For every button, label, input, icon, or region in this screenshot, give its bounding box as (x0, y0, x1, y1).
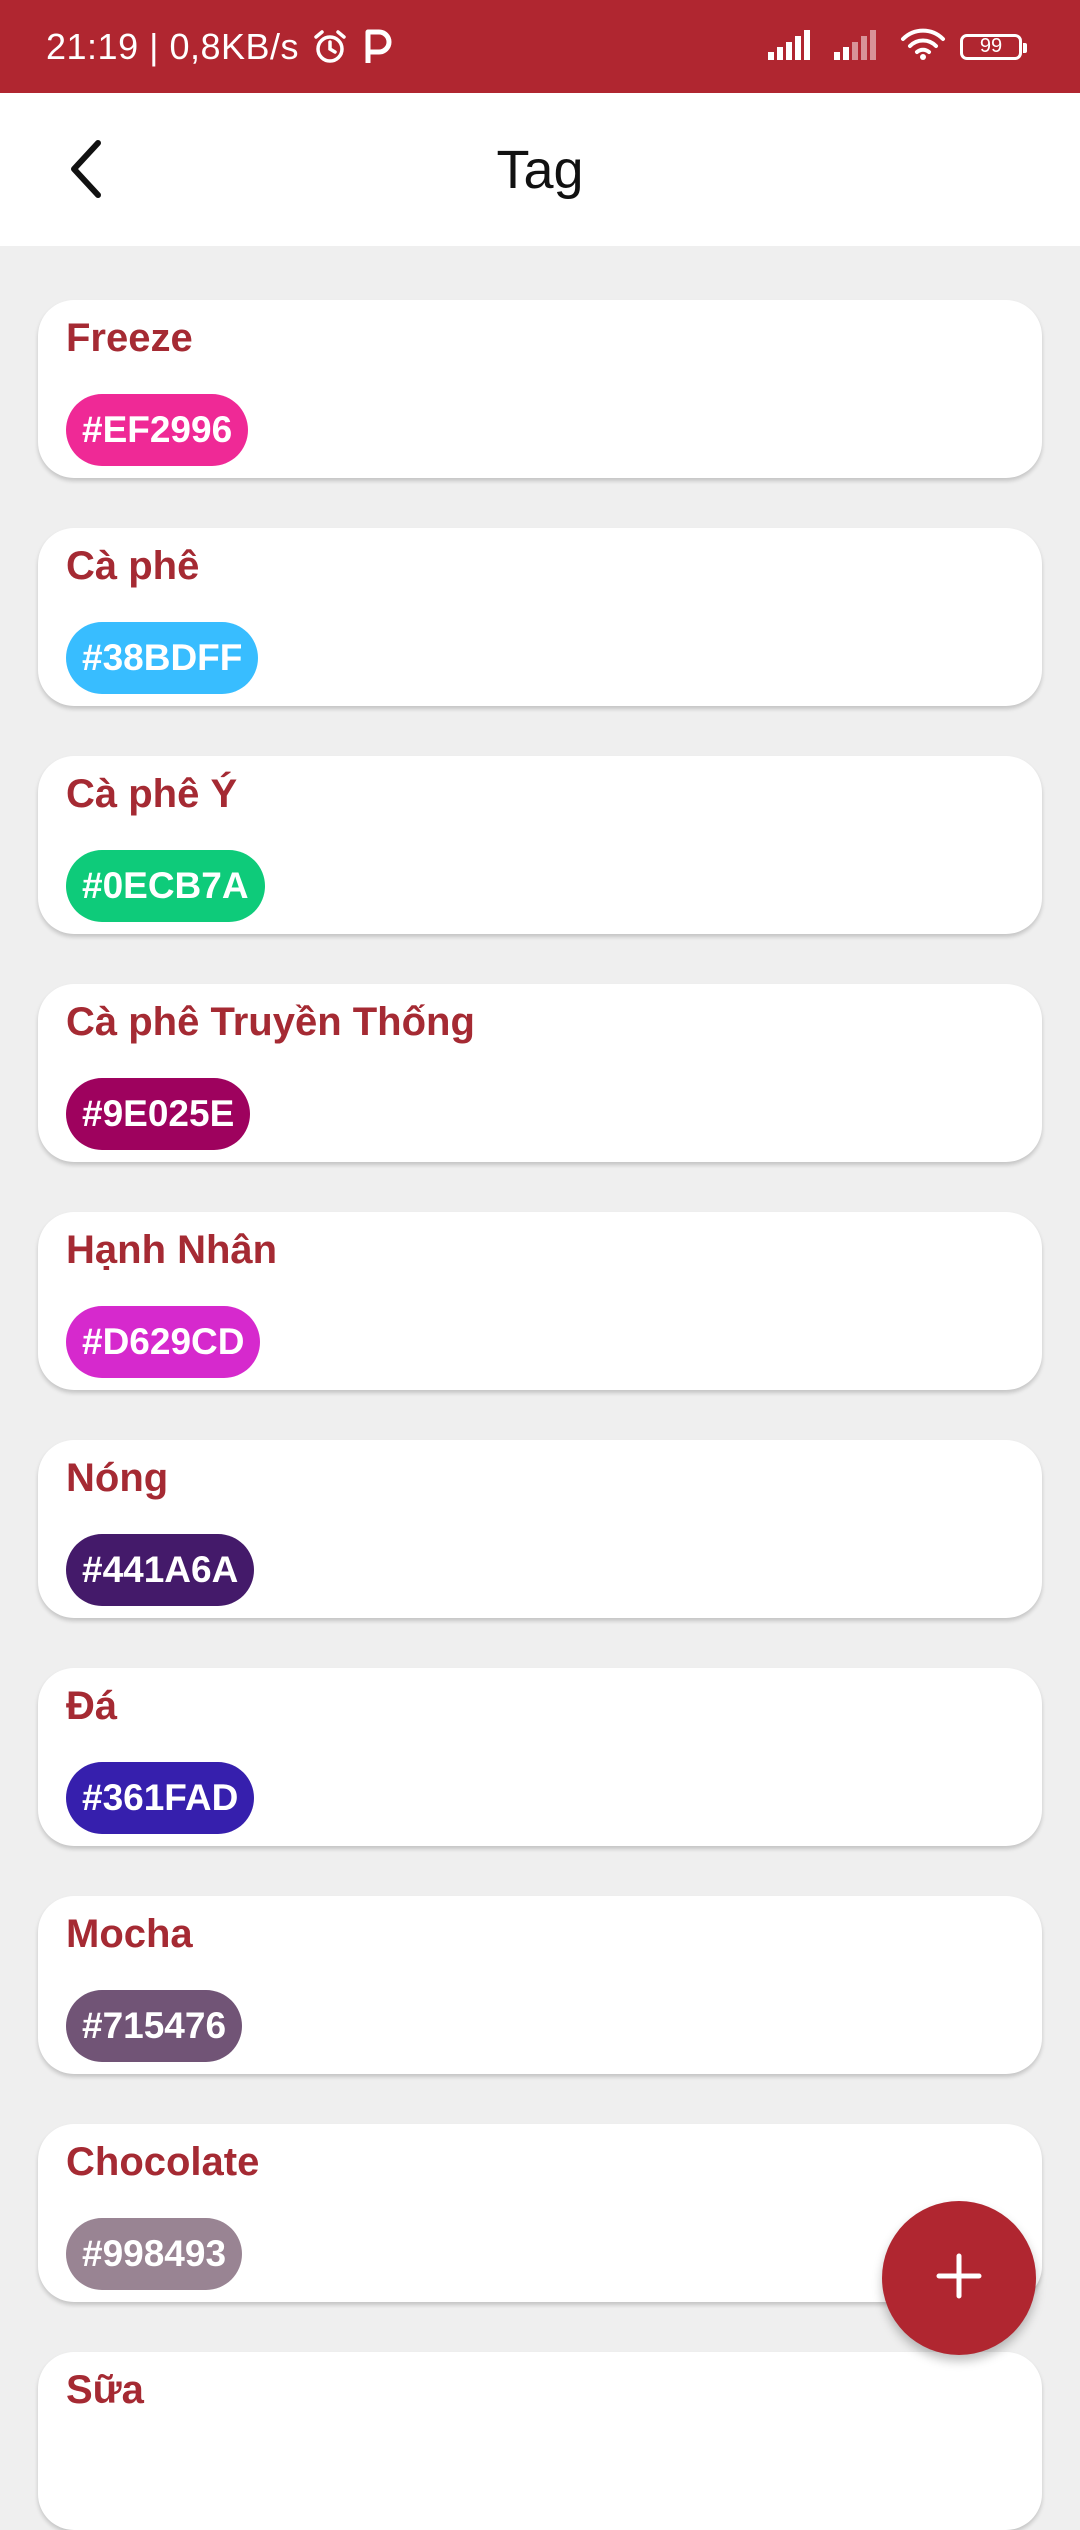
tag-card[interactable]: Hạnh Nhân #D629CD (38, 1212, 1042, 1390)
wifi-icon (900, 27, 946, 66)
tag-card[interactable]: Freeze #EF2996 (38, 300, 1042, 478)
app-bar: Tag (0, 93, 1080, 246)
tag-card[interactable]: Sữa (38, 2352, 1042, 2530)
tag-name: Freeze (66, 316, 193, 360)
signal-icon (768, 28, 820, 65)
tag-name: Nóng (66, 1456, 169, 1500)
tag-color-chip: #9E025E (66, 1078, 251, 1150)
tag-name: Cà phê (66, 544, 200, 588)
tag-name: Hạnh Nhân (66, 1228, 278, 1272)
add-tag-button[interactable] (882, 2201, 1036, 2355)
alarm-icon (311, 28, 349, 66)
status-time-speed: 21:19 | 0,8KB/s (46, 25, 300, 67)
tag-name: Mocha (66, 1912, 193, 1956)
tag-card[interactable]: Cà phê Ý #0ECB7A (38, 756, 1042, 934)
tag-name: Đá (66, 1684, 118, 1728)
tag-name: Chocolate (66, 2140, 260, 2184)
tag-card[interactable]: Nóng #441A6A (38, 1440, 1042, 1618)
tag-card[interactable]: Cà phê #38BDFF (38, 528, 1042, 706)
tag-card[interactable]: Cà phê Truyền Thống #9E025E (38, 984, 1042, 1162)
tag-color-chip: #0ECB7A (66, 850, 265, 922)
plus-icon (935, 2252, 983, 2305)
status-right: 99 (768, 0, 1027, 93)
tag-name: Cà phê Ý (66, 772, 238, 816)
tag-color-chip: #441A6A (66, 1534, 255, 1606)
page-title: Tag (496, 139, 584, 200)
signal-weak-icon (834, 28, 886, 65)
status-bar: 21:19 | 0,8KB/s 99 (0, 0, 1080, 93)
tag-color-chip: #998493 (66, 2218, 243, 2290)
tag-color-chip: #38BDFF (66, 622, 259, 694)
tag-name: Cà phê Truyền Thống (66, 1000, 475, 1044)
tag-card[interactable]: Đá #361FAD (38, 1668, 1042, 1846)
tag-name: Sữa (66, 2368, 144, 2412)
tag-color-chip: #715476 (66, 1990, 243, 2062)
tag-color-chip: #D629CD (66, 1306, 261, 1378)
tag-color-chip: #361FAD (66, 1762, 255, 1834)
back-button[interactable] (48, 133, 124, 209)
parking-icon (361, 27, 395, 67)
battery-icon: 99 (960, 33, 1027, 60)
tag-color-chip: #EF2996 (66, 394, 249, 466)
tag-card[interactable]: Mocha #715476 (38, 1896, 1042, 2074)
status-left: 21:19 | 0,8KB/s (46, 0, 395, 93)
chevron-left-icon (64, 139, 108, 204)
